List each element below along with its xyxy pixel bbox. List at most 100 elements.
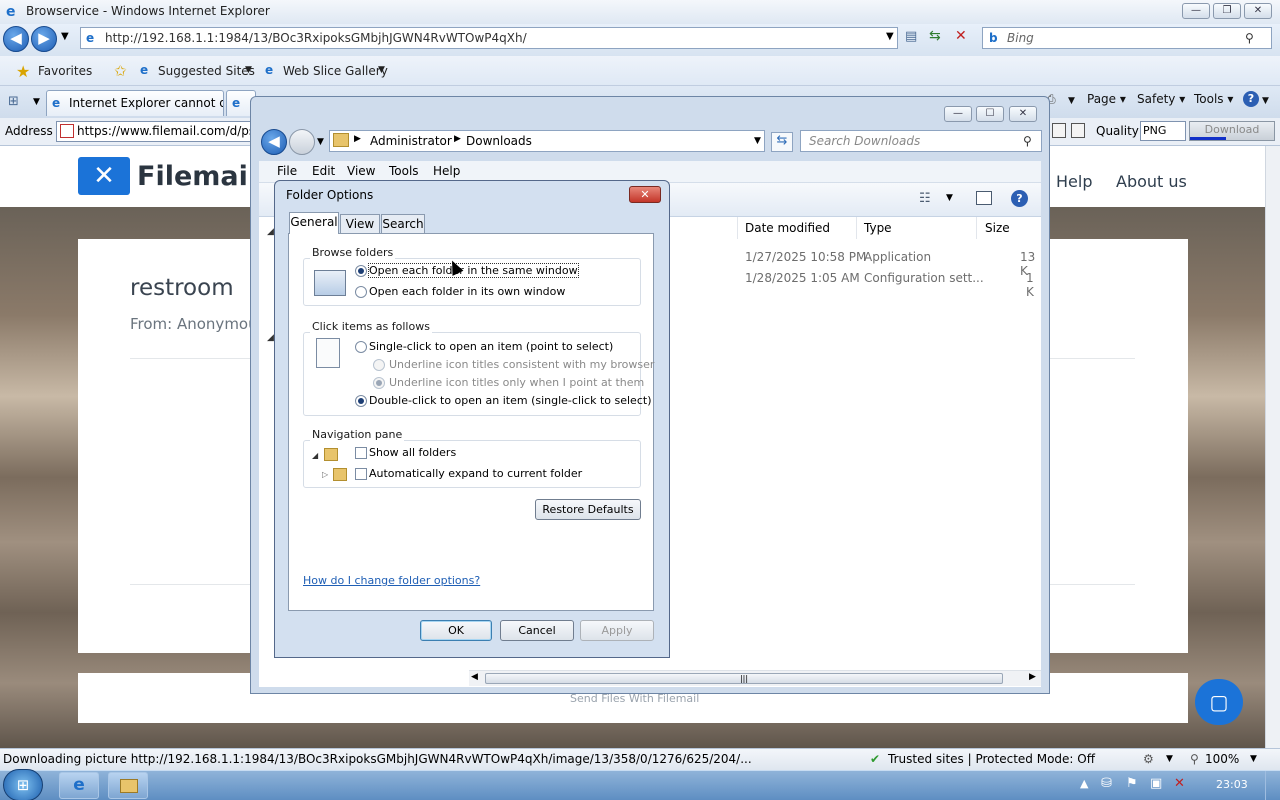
tray-clock[interactable]: 23:03 (1216, 778, 1248, 791)
explorer-search-box[interactable]: Search Downloads ⚲ (800, 130, 1042, 152)
suggested-sites-dropdown[interactable]: ▼ (245, 65, 252, 75)
tab-view[interactable]: View (340, 214, 380, 234)
option-underline-point[interactable]: Underline icon titles only when I point … (389, 376, 644, 389)
explorer-search-icon[interactable]: ⚲ (1023, 131, 1032, 151)
column-divider-2[interactable] (856, 217, 857, 239)
minimize-button[interactable]: — (1182, 3, 1210, 19)
option-own-window[interactable]: Open each folder in its own window (369, 285, 565, 298)
page-menu[interactable]: Page ▾ (1087, 92, 1126, 106)
chat-icon[interactable]: ▢ (1195, 679, 1243, 725)
web-slice-gallery-link[interactable]: Web Slice Gallery (283, 64, 388, 78)
clipboard-icon[interactable] (1071, 123, 1085, 138)
show-desktop-button[interactable] (1265, 771, 1280, 800)
option-auto-expand[interactable]: Automatically expand to current folder (369, 467, 582, 480)
url-dropdown[interactable]: ▼ (886, 31, 894, 42)
scroll-left-icon[interactable]: ◀ (471, 672, 478, 682)
checkbox-auto-expand[interactable] (355, 468, 367, 480)
nav-about-link[interactable]: About us (1116, 172, 1187, 191)
forward-button[interactable]: ▶ (31, 26, 57, 52)
quick-tabs-icon[interactable]: ⊞ (8, 94, 19, 109)
compatibility-view-icon[interactable]: ▤ (905, 29, 917, 44)
search-icon[interactable]: ⚲ (1245, 28, 1254, 48)
url-bar[interactable]: e http://192.168.1.1:1984/13/BOc3Rxipoks… (80, 27, 898, 49)
zoom-icon[interactable]: ⚲ (1190, 749, 1199, 769)
column-divider-3[interactable] (976, 217, 977, 239)
tab-list-dropdown[interactable]: ▼ (33, 97, 40, 107)
suggested-sites-link[interactable]: Suggested Sites (158, 64, 255, 78)
ok-button[interactable]: OK (420, 620, 492, 641)
print-dropdown[interactable]: ▼ (1068, 96, 1075, 106)
back-button[interactable]: ◀ (3, 26, 29, 52)
help-dropdown[interactable]: ▼ (1262, 96, 1269, 106)
checkbox-show-all-folders[interactable] (355, 447, 367, 459)
horizontal-scrollbar[interactable]: ◀ ||| ▶ (469, 670, 1041, 686)
page-copy-icon[interactable] (1052, 123, 1066, 138)
taskbar-explorer-icon[interactable] (108, 772, 148, 799)
tools-menu[interactable]: Tools ▾ (1194, 92, 1233, 106)
menu-edit[interactable]: Edit (312, 164, 335, 178)
web-slice-dropdown[interactable]: ▼ (378, 65, 385, 75)
crumb-downloads[interactable]: Downloads (466, 134, 532, 148)
zone-text[interactable]: Trusted sites | Protected Mode: Off (888, 749, 1095, 769)
restore-button[interactable]: ❐ (1213, 3, 1241, 19)
radio-underline-browser[interactable] (373, 359, 385, 371)
tab-ie-cannot-display[interactable]: e Internet Explorer cannot di... (46, 90, 224, 116)
menu-file[interactable]: File (277, 164, 297, 178)
explorer-help-icon[interactable]: ? (1011, 190, 1028, 207)
change-view-icon[interactable]: ☷ (919, 191, 931, 206)
tab-general[interactable]: General (289, 212, 339, 234)
column-size[interactable]: Size (985, 221, 1010, 235)
restore-defaults-button[interactable]: Restore Defaults (535, 499, 641, 520)
help-icon[interactable]: ? (1243, 91, 1259, 107)
tray-network-icon[interactable]: ⛁ (1101, 776, 1112, 791)
start-button[interactable]: ⊞ (3, 769, 43, 800)
nav-expand-icon-2[interactable]: ◢ (267, 333, 274, 343)
scroll-right-icon[interactable]: ▶ (1029, 672, 1036, 682)
radio-same-window[interactable] (355, 265, 367, 277)
radio-own-window[interactable] (355, 286, 367, 298)
search-box[interactable]: b Bing ⚲ (982, 27, 1272, 49)
column-type[interactable]: Type (864, 221, 892, 235)
view-dropdown[interactable]: ▼ (946, 193, 953, 203)
tab-search[interactable]: Search (381, 214, 425, 234)
explorer-refresh-icon[interactable]: ⇆ (771, 132, 793, 152)
filemail-logo[interactable]: Filemail (137, 161, 257, 192)
add-favorite-icon[interactable]: ✩ (114, 62, 127, 80)
tray-display-icon[interactable]: ▣ (1150, 776, 1162, 791)
option-single-click[interactable]: Single-click to open an item (point to s… (369, 340, 613, 353)
apply-button[interactable]: Apply (580, 620, 654, 641)
tray-volume-muted-icon[interactable]: ✕ (1174, 776, 1185, 791)
radio-double-click[interactable] (355, 395, 367, 407)
dialog-close-button[interactable]: ✕ (629, 186, 661, 203)
address-field[interactable]: https://www.filemail.com/d/psic (56, 121, 252, 142)
option-double-click[interactable]: Double-click to open an item (single-cli… (369, 394, 651, 407)
page-scrollbar[interactable] (1265, 146, 1280, 748)
option-same-window[interactable]: Open each folder in the same window (368, 263, 579, 278)
favorites-button[interactable]: Favorites (38, 64, 92, 78)
preview-pane-icon[interactable] (976, 191, 992, 205)
filemail-logo-icon[interactable]: ✕ (78, 157, 130, 195)
radio-single-click[interactable] (355, 341, 367, 353)
nav-help-link[interactable]: Help (1056, 172, 1092, 191)
safety-menu[interactable]: Safety ▾ (1137, 92, 1185, 106)
radio-underline-point[interactable] (373, 377, 385, 389)
close-button[interactable]: ✕ (1244, 3, 1272, 19)
scroll-thumb[interactable]: ||| (485, 673, 1003, 684)
option-show-all-folders[interactable]: Show all folders (369, 446, 456, 459)
help-link[interactable]: How do I change folder options? (303, 574, 480, 587)
menu-tools[interactable]: Tools (389, 164, 419, 178)
taskbar-ie-icon[interactable]: e (59, 772, 99, 799)
address-dropdown[interactable]: ▼ (754, 136, 761, 146)
column-date-modified[interactable]: Date modified (745, 221, 830, 235)
column-divider[interactable] (737, 217, 738, 239)
zoom-level[interactable]: 100% (1205, 749, 1239, 769)
menu-help[interactable]: Help (433, 164, 460, 178)
explorer-forward-button[interactable] (289, 129, 315, 155)
explorer-maximize-button[interactable]: ☐ (976, 106, 1004, 122)
recent-pages-dropdown[interactable]: ▼ (61, 31, 69, 42)
menu-view[interactable]: View (347, 164, 375, 178)
security-dropdown[interactable]: ▼ (1166, 749, 1173, 769)
stop-icon[interactable]: ✕ (955, 28, 967, 44)
zoom-dropdown[interactable]: ▼ (1250, 749, 1257, 769)
tray-flag-icon[interactable]: ⚑ (1126, 776, 1138, 791)
